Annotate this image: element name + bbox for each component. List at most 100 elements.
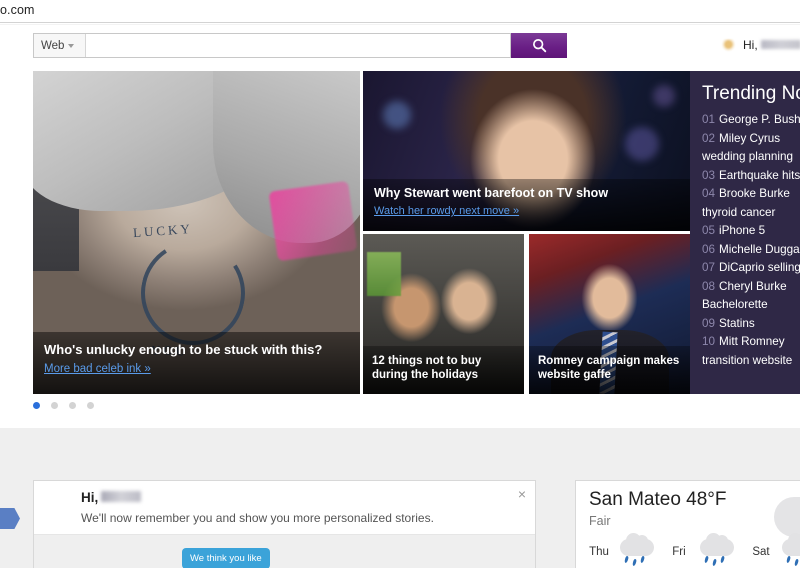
forecast-day-name: Sat bbox=[752, 546, 770, 558]
raindrop-shape bbox=[632, 558, 637, 567]
raindrop-shape bbox=[712, 558, 717, 567]
hero-main-caption: Who's unlucky enough to be stuck with th… bbox=[33, 332, 360, 394]
photo-screen-shape bbox=[367, 252, 401, 296]
trending-item[interactable]: 05 iPhone 5 bbox=[702, 222, 800, 241]
rain-cloud-icon bbox=[697, 533, 737, 567]
trending-item-label: Statins bbox=[719, 316, 755, 330]
hero-carousel: LUCKY YOU Who's unlucky enough to be stu… bbox=[33, 71, 800, 394]
trending-item-label: DiCaprio selling bbox=[719, 261, 800, 274]
trending-item-label: Mitt Romney transition website bbox=[702, 335, 793, 367]
hero-thumb-2-caption: Romney campaign makes website gaffe bbox=[529, 346, 690, 394]
hero-secondary-link[interactable]: Watch her rowdy next move » bbox=[374, 205, 519, 217]
left-pointer-arrow-icon bbox=[0, 508, 20, 529]
search-box[interactable]: Web bbox=[33, 33, 511, 58]
trending-item-rank: 03 bbox=[702, 168, 716, 182]
carousel-dot[interactable] bbox=[87, 402, 94, 409]
avatar bbox=[722, 39, 735, 52]
trending-item-label: Michelle Duggar bbox=[719, 242, 800, 256]
notification-greeting-text: Hi, bbox=[81, 490, 99, 505]
trending-item[interactable]: 03 Earthquake hits bbox=[702, 167, 800, 186]
hero-secondary-story[interactable]: Why Stewart went barefoot on TV show Wat… bbox=[363, 71, 690, 231]
raindrop-shape bbox=[624, 555, 629, 564]
trending-item[interactable]: 07 DiCaprio selling bbox=[702, 259, 800, 278]
cloud-shape bbox=[620, 533, 654, 556]
close-icon[interactable]: × bbox=[518, 487, 526, 501]
greeting-text: Hi, bbox=[743, 38, 758, 52]
trending-item-rank: 10 bbox=[702, 335, 716, 348]
trending-item-rank: 09 bbox=[702, 316, 716, 330]
cloud-shape bbox=[700, 533, 734, 556]
weather-current-icon bbox=[774, 497, 800, 537]
notification-greeting: Hi, bbox=[81, 490, 142, 505]
trending-item[interactable]: 04 Brooke Burke thyroid cancer bbox=[702, 185, 800, 222]
username-redacted bbox=[760, 40, 800, 49]
trending-item[interactable]: 02 Miley Cyrus wedding planning bbox=[702, 130, 800, 167]
search-icon bbox=[532, 39, 546, 53]
forecast-day: Fri59°F41°F bbox=[666, 533, 738, 568]
rain-cloud-icon bbox=[617, 533, 657, 567]
hero-thumb-story-2[interactable]: Romney campaign makes website gaffe bbox=[529, 234, 690, 394]
search-row: Web Hi, bbox=[0, 33, 800, 69]
we-think-you-like-tooltip: We think you like bbox=[182, 548, 270, 568]
weather-condition: Fair bbox=[589, 514, 611, 528]
trending-item-label: Brooke Burke thyroid cancer bbox=[702, 187, 790, 219]
search-scope-dropdown[interactable]: Web bbox=[34, 34, 86, 57]
bokeh-light-3 bbox=[653, 85, 675, 107]
hero-main-story[interactable]: LUCKY YOU Who's unlucky enough to be stu… bbox=[33, 71, 360, 394]
forecast-day: Sat5 bbox=[748, 533, 800, 568]
carousel-dot[interactable] bbox=[51, 402, 58, 409]
hero-main-link[interactable]: More bad celeb ink » bbox=[44, 363, 151, 375]
rain-cloud-icon bbox=[779, 533, 800, 567]
photo-pink-text-shape bbox=[268, 180, 358, 262]
cloud-shape bbox=[782, 533, 800, 556]
browser-url-text[interactable]: o.com bbox=[0, 3, 35, 17]
trending-list: 01 George P. Bush 02 Miley Cyrus wedding pl… bbox=[690, 111, 800, 370]
trending-item-label: Earthquake hits bbox=[719, 168, 800, 182]
hero-thumb-1-title: 12 things not to buy during the holidays bbox=[372, 355, 482, 381]
hero-secondary-caption: Why Stewart went barefoot on TV show Wat… bbox=[363, 179, 690, 231]
trending-now-heading: Trending No bbox=[702, 83, 800, 104]
trending-item-rank: 08 bbox=[702, 279, 716, 293]
weather-widget[interactable]: San Mateo 48°F Fair Thu58°F43°FFri59°F41… bbox=[575, 480, 800, 568]
raindrop-shape bbox=[786, 555, 791, 564]
trending-item-rank: 06 bbox=[702, 242, 716, 256]
weather-location-temp: San Mateo 48°F bbox=[589, 489, 727, 510]
account-greeting[interactable]: Hi, bbox=[743, 38, 800, 52]
forecast-day-name: Thu bbox=[589, 546, 609, 558]
search-input[interactable] bbox=[86, 34, 510, 57]
forecast-day-name: Fri bbox=[672, 546, 686, 558]
forecast-day: Thu58°F43°F bbox=[586, 533, 658, 568]
trending-item-rank: 04 bbox=[702, 187, 716, 200]
raindrop-shape bbox=[794, 558, 799, 567]
browser-chrome: o.com bbox=[0, 0, 800, 24]
raindrop-shape bbox=[640, 555, 645, 564]
trending-item-label: George P. Bush bbox=[719, 113, 800, 126]
trending-item[interactable]: 06 Michelle Duggar bbox=[702, 241, 800, 260]
trending-item-rank: 01 bbox=[702, 113, 716, 126]
trending-item-rank: 07 bbox=[702, 261, 716, 274]
trending-item-label: Miley Cyrus wedding planning bbox=[702, 131, 793, 164]
tattoo-word-top: LUCKY bbox=[132, 220, 194, 241]
raindrop-shape bbox=[720, 555, 725, 564]
lower-region: Hi, We'll now remember you and show you … bbox=[0, 428, 800, 568]
trending-item[interactable]: 09 Statins bbox=[702, 315, 800, 334]
screenshot-root: o.com Web Hi, LUCKY Who's unlucky enough… bbox=[0, 0, 800, 568]
notification-username-redacted bbox=[101, 491, 142, 502]
notification-header: Hi, We'll now remember you and show you … bbox=[34, 481, 535, 535]
search-button[interactable] bbox=[511, 33, 567, 58]
hero-thumb-2-title: Romney campaign makes website gaffe bbox=[538, 355, 680, 381]
carousel-dot[interactable] bbox=[69, 402, 76, 409]
bokeh-light-2 bbox=[625, 127, 659, 161]
notification-body: We think you like Rescues Local Man Save… bbox=[34, 535, 535, 568]
trending-item[interactable]: 08 Cheryl Burke Bachelorette bbox=[702, 278, 800, 315]
trending-item-rank: 05 bbox=[702, 224, 716, 237]
carousel-dot[interactable] bbox=[33, 402, 40, 409]
trending-item[interactable]: 10 Mitt Romney transition website bbox=[702, 333, 800, 370]
search-scope-label: Web bbox=[41, 39, 65, 52]
hero-thumb-story-1[interactable]: 12 things not to buy during the holidays bbox=[363, 234, 524, 394]
hero-secondary-title: Why Stewart went barefoot on TV show bbox=[374, 186, 609, 200]
hero-thumb-1-caption: 12 things not to buy during the holidays bbox=[363, 346, 524, 394]
chevron-down-icon bbox=[68, 43, 75, 48]
carousel-dots bbox=[33, 402, 94, 409]
trending-item[interactable]: 01 George P. Bush bbox=[702, 111, 800, 130]
